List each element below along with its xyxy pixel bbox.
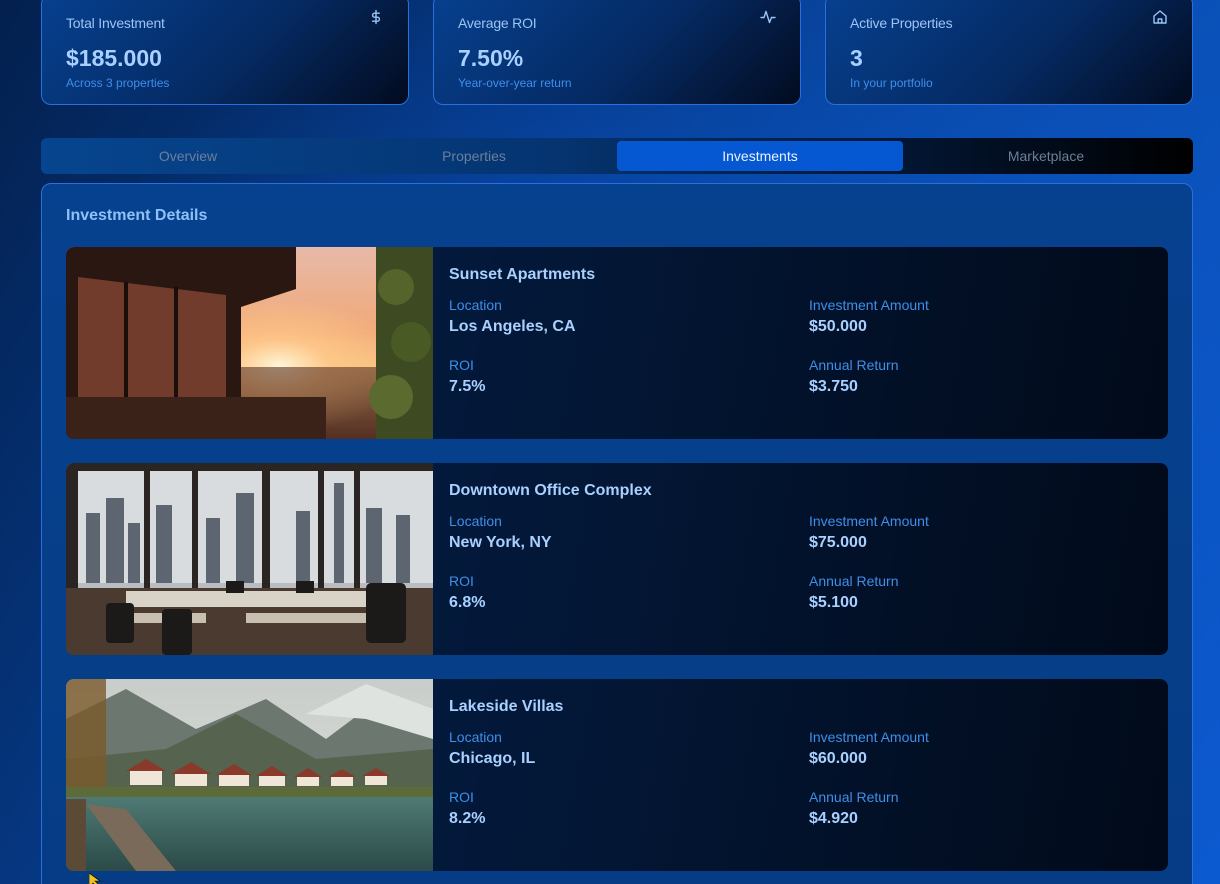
field-roi: ROI 8.2% <box>449 789 789 828</box>
field-investment-amount: Investment Amount $50.000 <box>809 297 1149 336</box>
property-card-downtown-office-complex[interactable]: Downtown Office Complex Location New Yor… <box>66 463 1168 655</box>
field-value: $50.000 <box>809 318 867 335</box>
field-label: ROI <box>449 573 474 589</box>
field-value: $3.750 <box>809 378 858 395</box>
field-label: Annual Return <box>809 573 899 589</box>
field-investment-amount: Investment Amount $60.000 <box>809 729 1149 768</box>
stat-card-total-investment: Total Investment $185.000 Across 3 prope… <box>41 0 409 105</box>
property-info: Sunset Apartments Location Los Angeles, … <box>433 247 1168 439</box>
property-card-sunset-apartments[interactable]: Sunset Apartments Location Los Angeles, … <box>66 247 1168 439</box>
field-label: Investment Amount <box>809 513 929 529</box>
stats-row: Total Investment $185.000 Across 3 prope… <box>41 0 1193 105</box>
field-value: $5.100 <box>809 594 858 611</box>
field-location: Location Chicago, IL <box>449 729 789 768</box>
investment-details-panel: Investment Details Sunset Apartments Loc… <box>41 183 1193 884</box>
city-office-interior-photo <box>66 463 433 655</box>
field-annual-return: Annual Return $5.100 <box>809 573 1149 612</box>
mountain-lake-villas-photo <box>66 679 433 871</box>
field-value: 6.8% <box>449 594 486 611</box>
field-value: 7.5% <box>449 378 486 395</box>
field-value: $60.000 <box>809 750 867 767</box>
field-label: Location <box>449 729 502 745</box>
activity-icon <box>760 9 776 25</box>
field-annual-return: Annual Return $3.750 <box>809 357 1149 396</box>
property-card-lakeside-villas[interactable]: Lakeside Villas Location Chicago, IL Inv… <box>66 679 1168 871</box>
property-name: Sunset Apartments <box>449 266 596 283</box>
field-label: Investment Amount <box>809 729 929 745</box>
field-value: 8.2% <box>449 810 486 827</box>
property-name: Lakeside Villas <box>449 698 564 715</box>
property-info: Downtown Office Complex Location New Yor… <box>433 463 1168 655</box>
field-value: $4.920 <box>809 810 858 827</box>
tab-investments[interactable]: Investments <box>617 141 903 171</box>
section-title: Investment Details <box>66 207 208 224</box>
field-label: Investment Amount <box>809 297 929 313</box>
field-label: Annual Return <box>809 789 899 805</box>
stat-subtitle: Across 3 properties <box>66 76 170 90</box>
tab-bar: Overview Properties Investments Marketpl… <box>41 138 1193 174</box>
field-label: ROI <box>449 357 474 373</box>
stat-subtitle: Year-over-year return <box>458 76 572 90</box>
field-roi: ROI 6.8% <box>449 573 789 612</box>
field-label: Location <box>449 297 502 313</box>
field-investment-amount: Investment Amount $75.000 <box>809 513 1149 552</box>
stat-subtitle: In your portfolio <box>850 76 933 90</box>
tab-properties[interactable]: Properties <box>331 141 617 171</box>
field-label: Annual Return <box>809 357 899 373</box>
field-location: Location Los Angeles, CA <box>449 297 789 336</box>
property-info: Lakeside Villas Location Chicago, IL Inv… <box>433 679 1168 871</box>
sunset-apartment-balcony-photo <box>66 247 433 439</box>
property-image <box>66 463 433 655</box>
field-value: $75.000 <box>809 534 867 551</box>
mouse-cursor-icon <box>89 873 101 884</box>
property-image <box>66 679 433 871</box>
property-image <box>66 247 433 439</box>
home-icon <box>1152 9 1168 25</box>
field-annual-return: Annual Return $4.920 <box>809 789 1149 828</box>
tab-overview[interactable]: Overview <box>45 141 331 171</box>
tab-marketplace[interactable]: Marketplace <box>903 141 1189 171</box>
field-label: Location <box>449 513 502 529</box>
property-name: Downtown Office Complex <box>449 482 652 499</box>
field-value: New York, NY <box>449 534 552 551</box>
stat-value: 3 <box>850 45 863 71</box>
dollar-icon <box>368 9 384 25</box>
field-value: Los Angeles, CA <box>449 318 576 335</box>
stat-title: Active Properties <box>850 15 953 31</box>
stat-title: Total Investment <box>66 15 165 31</box>
stat-title: Average ROI <box>458 15 537 31</box>
stat-value: 7.50% <box>458 45 524 71</box>
stat-card-average-roi: Average ROI 7.50% Year-over-year return <box>433 0 801 105</box>
stat-value: $185.000 <box>66 45 162 71</box>
field-location: Location New York, NY <box>449 513 789 552</box>
field-roi: ROI 7.5% <box>449 357 789 396</box>
field-value: Chicago, IL <box>449 750 536 767</box>
stat-card-active-properties: Active Properties 3 In your portfolio <box>825 0 1193 105</box>
field-label: ROI <box>449 789 474 805</box>
